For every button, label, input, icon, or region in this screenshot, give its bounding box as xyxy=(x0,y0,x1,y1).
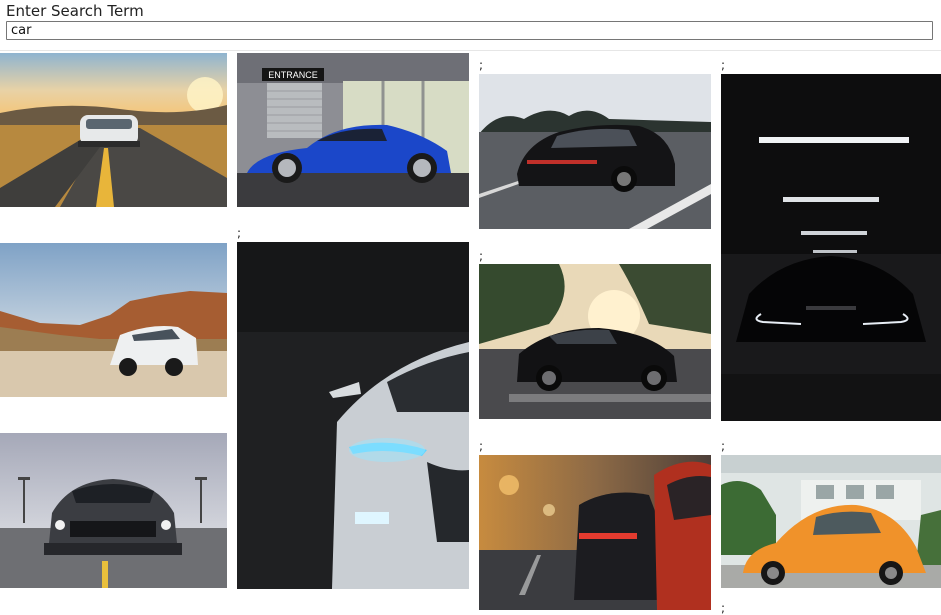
result-image-3[interactable] xyxy=(479,74,711,229)
result-image-8[interactable] xyxy=(0,433,227,588)
result-image-4[interactable] xyxy=(721,74,941,421)
photo-icon xyxy=(479,74,711,229)
result-image-9[interactable] xyxy=(479,455,711,610)
separator: ; xyxy=(479,439,484,453)
result-image-1[interactable] xyxy=(0,53,227,207)
separator: ; xyxy=(721,439,726,453)
header-divider xyxy=(0,50,941,51)
result-image-7[interactable] xyxy=(479,264,711,419)
result-image-5[interactable] xyxy=(0,243,227,397)
photo-icon xyxy=(0,433,227,588)
search-label: Enter Search Term xyxy=(6,2,144,20)
search-input[interactable] xyxy=(6,21,933,40)
photo-icon: ENTRANCE xyxy=(237,53,469,207)
separator: ; xyxy=(721,601,726,615)
photo-icon xyxy=(479,264,711,419)
photo-icon xyxy=(721,455,941,588)
photo-icon xyxy=(721,74,941,421)
photo-icon xyxy=(479,455,711,610)
result-image-2[interactable]: ENTRANCE xyxy=(237,53,469,207)
separator: ; xyxy=(479,249,484,263)
separator: ; xyxy=(479,58,484,72)
photo-icon xyxy=(237,242,469,589)
svg-text:ENTRANCE: ENTRANCE xyxy=(268,70,318,80)
photo-icon xyxy=(0,243,227,397)
separator: ; xyxy=(237,226,242,240)
photo-icon xyxy=(0,53,227,207)
result-image-6[interactable] xyxy=(237,242,469,589)
separator: ; xyxy=(721,58,726,72)
result-image-10[interactable] xyxy=(721,455,941,588)
